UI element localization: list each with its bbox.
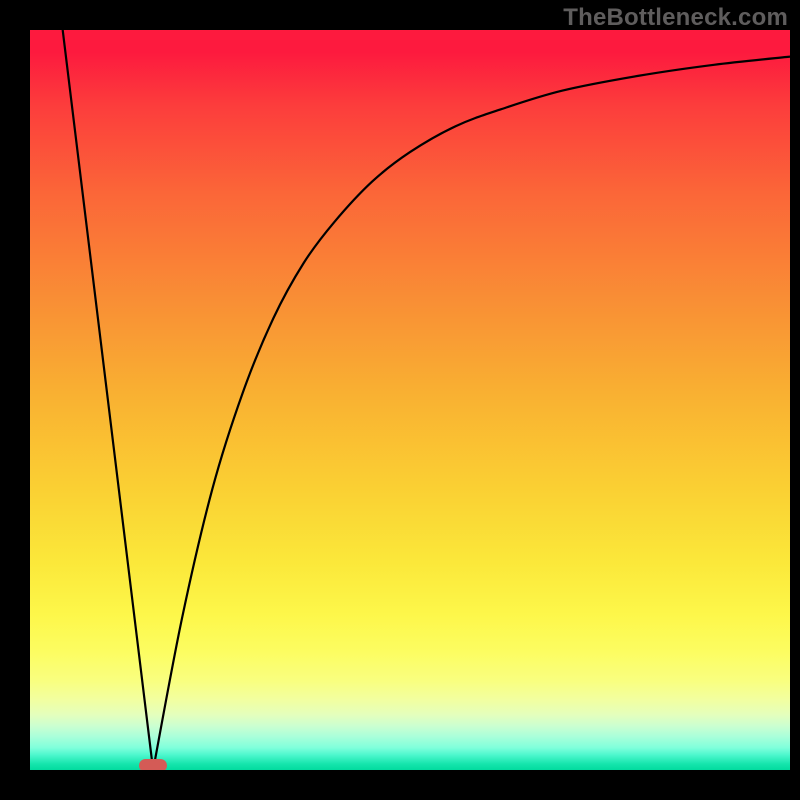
plot-area xyxy=(30,30,790,770)
watermark-text: TheBottleneck.com xyxy=(563,4,788,32)
curve-svg xyxy=(30,30,790,770)
curve-path xyxy=(63,30,790,770)
optimum-marker xyxy=(139,759,167,770)
chart-frame: TheBottleneck.com xyxy=(0,0,800,800)
